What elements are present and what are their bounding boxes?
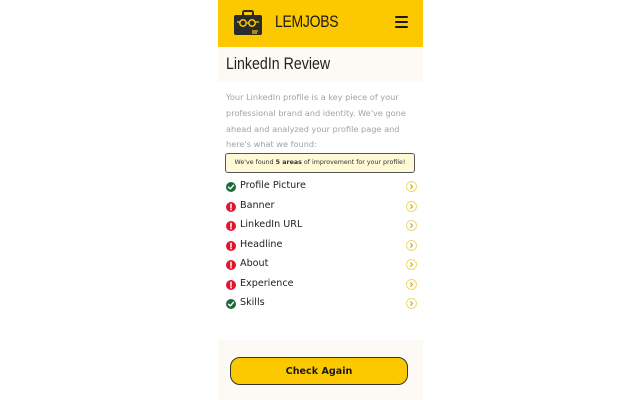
alert-circle-icon bbox=[226, 279, 236, 290]
brand-name: LEMJOBS bbox=[275, 12, 339, 31]
title-section: LinkedIn Review bbox=[218, 47, 423, 82]
check-again-button[interactable]: Check Again bbox=[230, 357, 408, 385]
chevron-right-icon[interactable] bbox=[406, 220, 417, 231]
review-item[interactable]: Headline bbox=[226, 237, 417, 257]
intro-text: Your LinkedIn profile is a key piece of … bbox=[226, 92, 406, 150]
improvement-notice: We've found 5 areas of improvement for y… bbox=[225, 153, 415, 173]
review-item-label: Headline bbox=[240, 238, 283, 250]
chevron-right-icon[interactable] bbox=[406, 181, 417, 192]
alert-circle-icon bbox=[226, 201, 236, 212]
notice-prefix: We've found bbox=[234, 159, 276, 166]
chevron-right-icon[interactable] bbox=[406, 239, 417, 251]
review-item[interactable]: About bbox=[226, 256, 417, 276]
review-list: Profile Picture Banner LinkedIn URL Headlin… bbox=[226, 178, 417, 315]
chevron-right-icon[interactable] bbox=[406, 200, 417, 212]
review-item[interactable]: Experience bbox=[226, 276, 417, 296]
review-item-label: Profile Picture bbox=[240, 180, 306, 191]
page-title: LinkedIn Review bbox=[226, 55, 331, 73]
app-screen: LEMJOBS LinkedIn Review Your LinkedIn pr… bbox=[218, 0, 423, 400]
review-item[interactable]: Banner bbox=[226, 198, 417, 218]
notice-count: 5 areas bbox=[275, 159, 302, 166]
review-item-label: About bbox=[240, 258, 269, 269]
app-header: LEMJOBS bbox=[218, 0, 423, 47]
alert-circle-icon bbox=[226, 260, 236, 270]
review-item[interactable]: LinkedIn URL bbox=[226, 217, 417, 237]
alert-circle-icon bbox=[226, 221, 236, 231]
review-item-label: Banner bbox=[240, 199, 275, 211]
review-item-label: LinkedIn URL bbox=[240, 219, 303, 230]
footer-section: Check Again bbox=[218, 340, 423, 400]
check-circle-icon bbox=[226, 299, 236, 309]
alert-circle-icon bbox=[226, 240, 236, 251]
briefcase-icon[interactable] bbox=[233, 10, 263, 36]
check-circle-icon bbox=[226, 182, 236, 192]
review-item-label: Experience bbox=[240, 277, 294, 289]
chevron-right-icon[interactable] bbox=[406, 298, 417, 309]
review-item[interactable]: Profile Picture bbox=[226, 178, 417, 198]
chevron-right-icon[interactable] bbox=[406, 278, 417, 290]
review-item[interactable]: Skills bbox=[226, 295, 417, 315]
hamburger-menu-icon[interactable] bbox=[395, 16, 408, 28]
notice-suffix: of improvement for your profile! bbox=[301, 159, 406, 166]
chevron-right-icon[interactable] bbox=[406, 259, 417, 270]
review-item-label: Skills bbox=[240, 297, 265, 308]
